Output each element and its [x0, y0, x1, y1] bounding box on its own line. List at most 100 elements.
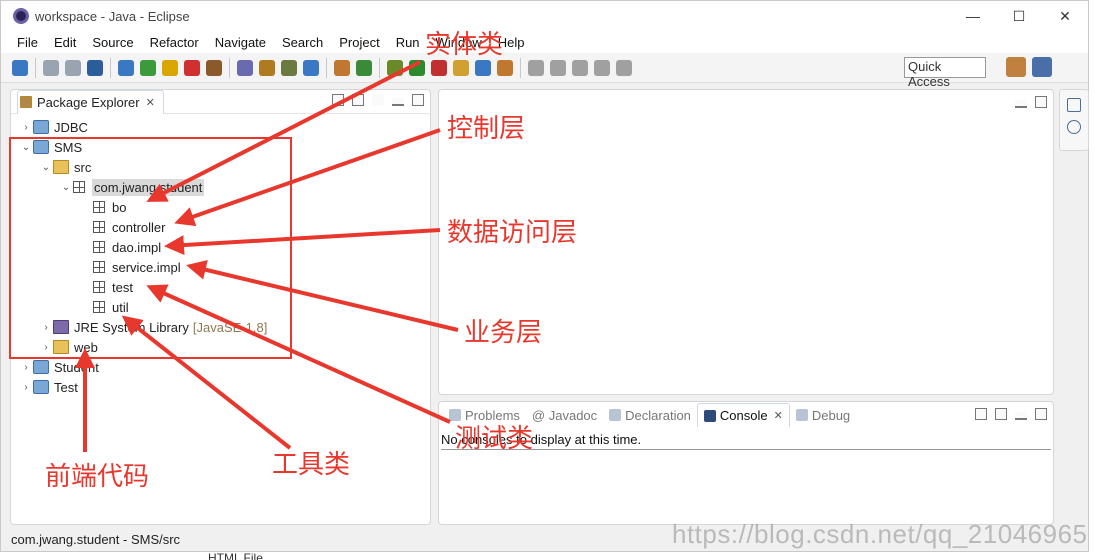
toolbar-button-icon[interactable]: [281, 59, 297, 76]
close-button[interactable]: ✕: [1042, 1, 1088, 31]
annotation-box: [9, 137, 292, 359]
menu-project[interactable]: Project: [331, 35, 387, 50]
tree-item-student[interactable]: › Student: [19, 357, 99, 377]
toolbar-button-icon[interactable]: [237, 59, 253, 76]
package-explorer-title: Package Explorer: [37, 94, 140, 110]
console-close-icon[interactable]: ✕: [774, 409, 783, 422]
chevron-icon[interactable]: ›: [19, 362, 33, 373]
console-icon: [703, 409, 716, 422]
debug-icon: [795, 409, 808, 421]
open-perspective-icon[interactable]: [1006, 57, 1026, 77]
project-icon: [33, 120, 49, 134]
toolbar-button-icon[interactable]: [616, 59, 632, 76]
tree-item-test[interactable]: › Test: [19, 377, 78, 397]
editor-maximize-icon[interactable]: [1035, 96, 1047, 108]
declaration-icon: [609, 409, 622, 421]
title-bar: workspace - Java - Eclipse — ☐ ✕: [1, 1, 1088, 31]
project-icon: [33, 360, 49, 374]
console-minimize-icon[interactable]: [1015, 412, 1027, 420]
editor-minimize-icon[interactable]: [1015, 100, 1027, 108]
menu-navigate[interactable]: Navigate: [207, 35, 274, 50]
menu-run[interactable]: Run: [388, 35, 428, 50]
tab-declaration-label: Declaration: [625, 407, 691, 423]
toolbar-button-icon[interactable]: [162, 59, 178, 76]
label-service: 业务层: [464, 318, 543, 348]
toolbar-button-icon[interactable]: [334, 59, 350, 76]
label-web: 前端代码: [45, 462, 150, 492]
toolbar-separator: [229, 57, 230, 78]
display-console-icon[interactable]: [975, 408, 987, 420]
tree-item-label: JDBC: [54, 119, 88, 135]
toolbar-button-icon[interactable]: [550, 59, 566, 76]
link-with-editor-icon[interactable]: [352, 94, 364, 106]
toolbar-button-icon[interactable]: [453, 59, 469, 76]
toolbar-button-icon[interactable]: [528, 59, 544, 76]
toolbar-button-icon[interactable]: [594, 59, 610, 76]
tab-declaration[interactable]: Declaration: [603, 403, 697, 427]
menu-search[interactable]: Search: [274, 35, 331, 50]
toolbar-button-icon[interactable]: [140, 59, 156, 76]
toolbar-button-icon[interactable]: [572, 59, 588, 76]
package-explorer-view-buttons: [332, 94, 424, 106]
collapse-all-icon[interactable]: [332, 94, 344, 106]
editor-view-buttons: [1015, 96, 1047, 108]
tab-console-label: Console: [719, 408, 768, 423]
tab-debug[interactable]: Debug: [790, 403, 856, 427]
menu-source[interactable]: Source: [84, 35, 141, 50]
package-explorer-tab[interactable]: Package Explorer ✕: [17, 89, 164, 114]
label-controller: 控制层: [447, 114, 526, 144]
tab-console[interactable]: Console ✕: [696, 403, 790, 427]
toolbar-button-icon[interactable]: [12, 59, 28, 76]
toolbar-button-icon[interactable]: [409, 59, 425, 76]
help-icon[interactable]: [1067, 120, 1081, 134]
minimize-button[interactable]: —: [950, 1, 996, 31]
tab-javadoc-label: @ Javadoc: [531, 407, 598, 423]
package-explorer-header: Package Explorer ✕: [11, 89, 430, 114]
toolbar-button-icon[interactable]: [118, 59, 134, 76]
java-perspective-icon[interactable]: [1032, 57, 1052, 77]
tree-item-label: Test: [54, 379, 78, 395]
toolbar-button-icon[interactable]: [43, 59, 59, 76]
toolbar-button-icon[interactable]: [259, 59, 275, 76]
minimize-view-icon[interactable]: [392, 98, 404, 106]
label-dao: 数据访问层: [447, 218, 578, 248]
toolbar-button-icon[interactable]: [206, 59, 222, 76]
tab-javadoc[interactable]: @ Javadoc: [526, 403, 603, 427]
toolbar-button-icon[interactable]: [65, 59, 81, 76]
package-explorer-close-icon[interactable]: ✕: [146, 96, 155, 109]
toolbar-button-icon[interactable]: [475, 59, 491, 76]
toolbar-separator: [520, 57, 521, 78]
toolbar-button-icon[interactable]: [387, 59, 403, 76]
toolbar-separator: [110, 57, 111, 78]
label-util: 工具类: [272, 450, 351, 480]
toolbar-button-icon[interactable]: [497, 59, 513, 76]
toolbar-button-icon[interactable]: [87, 59, 103, 76]
menu-file[interactable]: File: [9, 35, 46, 50]
chevron-icon[interactable]: ›: [19, 122, 33, 133]
menu-refactor[interactable]: Refactor: [142, 35, 207, 50]
restore-icon[interactable]: [1067, 98, 1081, 112]
toolbar-button-icon[interactable]: [184, 59, 200, 76]
background-window-text: HTML File: [208, 551, 263, 560]
toolbar-button-icon[interactable]: [303, 59, 319, 76]
main-toolbar: Quick Access: [1, 53, 1088, 89]
tree-item-jdbc[interactable]: › JDBC: [19, 117, 88, 137]
open-console-icon[interactable]: [995, 408, 1007, 420]
toolbar-button-icon[interactable]: [431, 59, 447, 76]
menu-edit[interactable]: Edit: [46, 35, 84, 50]
status-text: com.jwang.student - SMS/src: [11, 531, 181, 547]
tree-item-label: Student: [54, 359, 99, 375]
toolbar-icons: [9, 57, 635, 78]
view-menu-icon[interactable]: [372, 94, 384, 106]
maximize-view-icon[interactable]: [412, 94, 424, 106]
label-entity: 实体类: [425, 30, 504, 60]
toolbar-button-icon[interactable]: [356, 59, 372, 76]
chevron-icon[interactable]: ›: [19, 382, 33, 393]
toolbar-separator: [326, 57, 327, 78]
console-maximize-icon[interactable]: [1035, 408, 1047, 420]
toolbar-separator: [35, 57, 36, 78]
project-icon: [33, 380, 49, 394]
quick-access-input[interactable]: Quick Access: [904, 57, 986, 89]
toolbar-separator: [379, 57, 380, 78]
maximize-button[interactable]: ☐: [996, 1, 1042, 31]
